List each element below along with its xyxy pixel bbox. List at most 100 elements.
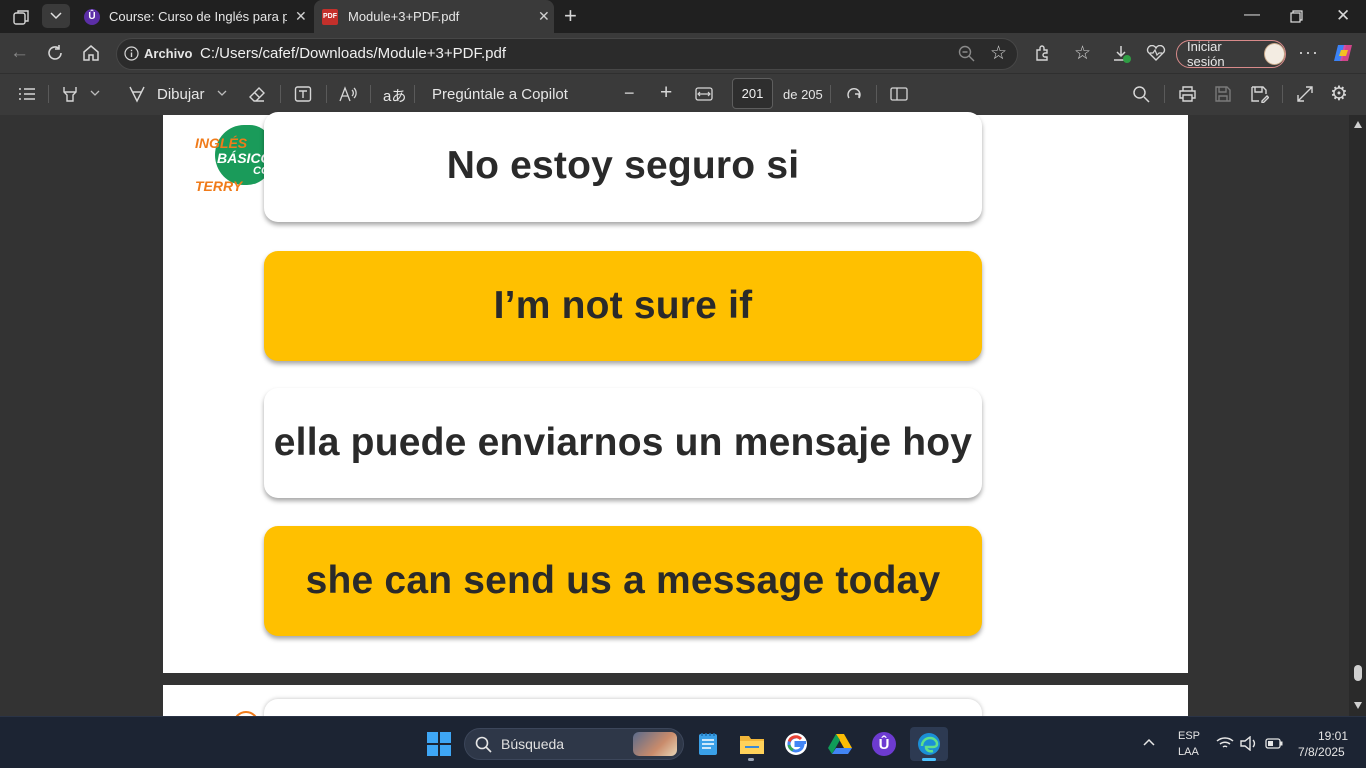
save-as-icon[interactable] xyxy=(1250,85,1269,103)
refresh-icon[interactable] xyxy=(46,44,64,62)
page-number-input[interactable]: 201 xyxy=(732,78,773,109)
avatar xyxy=(1264,43,1285,65)
google-drive-icon[interactable] xyxy=(823,727,857,761)
file-explorer-icon[interactable] xyxy=(735,727,769,761)
zoom-icon[interactable] xyxy=(958,45,975,62)
page-total: de 205 xyxy=(783,87,823,102)
text-box-icon[interactable] xyxy=(294,85,312,103)
running-indicator xyxy=(748,758,754,761)
draw-label[interactable]: Dibujar xyxy=(157,86,205,103)
scrollbar-thumb[interactable] xyxy=(1354,665,1362,681)
logo-text: INGLÉS xyxy=(195,135,248,151)
phrase-card: I’m not sure if xyxy=(264,251,982,361)
favorites-icon[interactable]: ☆ xyxy=(1074,42,1091,65)
eraser-icon[interactable] xyxy=(248,85,266,103)
pdf-page: INGLÉS BÁSICO CO TERRY No estoy seguro s… xyxy=(163,112,1188,673)
copilot-icon[interactable] xyxy=(1332,42,1354,64)
fit-width-icon[interactable] xyxy=(695,86,713,102)
vertical-scrollbar[interactable] xyxy=(1349,115,1366,716)
taskbar-search[interactable]: Búsqueda xyxy=(464,728,684,760)
back-icon[interactable]: ← xyxy=(10,42,29,64)
zoom-out-icon[interactable]: − xyxy=(624,83,635,104)
draw-icon[interactable] xyxy=(128,85,146,103)
tab-title: Module+3+PDF.pdf xyxy=(348,9,460,24)
phrase-text: ella puede enviarnos un mensaje hoy xyxy=(273,421,973,464)
scroll-up-icon[interactable] xyxy=(1354,121,1362,128)
restore-icon[interactable] xyxy=(1290,10,1303,23)
active-indicator xyxy=(922,758,936,761)
volume-icon[interactable] xyxy=(1240,736,1258,751)
separator xyxy=(48,85,49,103)
battery-icon[interactable] xyxy=(1265,738,1283,749)
wifi-icon[interactable] xyxy=(1216,736,1234,750)
separator xyxy=(830,85,831,103)
windows-start-icon[interactable] xyxy=(427,732,451,756)
translate-icon[interactable]: aあ xyxy=(383,85,406,106)
close-window-icon[interactable]: ✕ xyxy=(1336,6,1350,26)
phrase-card: No estoy seguro si xyxy=(264,112,982,222)
input-language[interactable]: ESP xyxy=(1178,730,1200,742)
site-label: Archivo xyxy=(144,46,193,61)
tab-title: Course: Curso de Inglés para prin xyxy=(109,9,287,24)
rotate-icon[interactable] xyxy=(845,85,863,103)
pdf-icon: PDF xyxy=(322,8,338,25)
fullscreen-icon[interactable] xyxy=(1296,85,1314,103)
minimize-icon[interactable]: — xyxy=(1244,6,1260,24)
downloads-icon[interactable] xyxy=(1112,44,1132,64)
info-icon[interactable] xyxy=(124,46,139,61)
tab-course[interactable]: Û Course: Curso de Inglés para prin ✕ xyxy=(76,0,312,33)
phrase-card xyxy=(264,699,982,716)
performance-icon[interactable] xyxy=(1146,45,1166,62)
close-icon[interactable]: ✕ xyxy=(295,8,307,25)
separator xyxy=(876,85,877,103)
tab-actions-button[interactable] xyxy=(42,4,70,28)
chevron-down-icon[interactable] xyxy=(90,90,100,96)
clock-date[interactable]: 7/8/2025 xyxy=(1298,745,1345,759)
separator xyxy=(280,85,281,103)
save-icon[interactable] xyxy=(1214,85,1232,103)
notepad-icon[interactable] xyxy=(691,727,725,761)
favorite-star-icon[interactable]: ☆ xyxy=(990,42,1007,65)
pdf-toolbar xyxy=(0,73,1366,115)
print-icon[interactable] xyxy=(1178,85,1197,103)
settings-gear-icon[interactable]: ⚙ xyxy=(1330,81,1348,106)
separator xyxy=(414,85,415,103)
clock-time[interactable]: 19:01 xyxy=(1318,729,1348,743)
new-tab-icon[interactable]: + xyxy=(564,5,577,27)
phrase-text: No estoy seguro si xyxy=(446,144,800,187)
ingles-basico-logo: INGLÉS BÁSICO CO TERRY xyxy=(195,123,275,194)
chevron-up-icon[interactable] xyxy=(1143,738,1155,746)
separator xyxy=(370,85,371,103)
more-icon[interactable]: ··· xyxy=(1298,42,1319,63)
udemy-icon: Û xyxy=(872,732,896,756)
contents-icon[interactable] xyxy=(18,87,36,101)
chrome-google-icon[interactable] xyxy=(779,727,813,761)
input-layout[interactable]: LAA xyxy=(1178,746,1199,758)
page-view-icon[interactable] xyxy=(890,86,908,102)
phrase-card: she can send us a message today xyxy=(264,526,982,636)
separator xyxy=(1282,85,1283,103)
workspaces-icon[interactable] xyxy=(12,8,32,26)
search-placeholder: Búsqueda xyxy=(501,736,565,752)
copilot-ask-button[interactable]: Pregúntale a Copilot xyxy=(432,86,568,103)
close-icon[interactable]: ✕ xyxy=(538,8,550,25)
scroll-down-icon[interactable] xyxy=(1354,702,1362,709)
signin-button[interactable]: Iniciar sesión xyxy=(1176,39,1286,69)
search-icon[interactable] xyxy=(1132,85,1150,103)
udemy-app-icon[interactable]: Û xyxy=(867,727,901,761)
pdf-page-next xyxy=(163,685,1188,716)
read-aloud-icon[interactable] xyxy=(338,85,358,103)
separator xyxy=(326,85,327,103)
extensions-icon[interactable] xyxy=(1034,44,1052,62)
url-text[interactable]: C:/Users/cafef/Downloads/Module+3+PDF.pd… xyxy=(200,45,506,62)
zoom-in-icon[interactable]: + xyxy=(660,81,672,105)
phrase-text: I’m not sure if xyxy=(493,284,753,327)
home-icon[interactable] xyxy=(82,44,100,62)
page-current: 201 xyxy=(741,86,764,101)
edge-icon[interactable] xyxy=(910,727,948,761)
tab-pdf[interactable]: PDF Module+3+PDF.pdf ✕ xyxy=(314,0,554,33)
phrase-text: she can send us a message today xyxy=(305,559,941,602)
chevron-down-icon[interactable] xyxy=(217,90,227,96)
highlight-icon[interactable] xyxy=(60,85,80,103)
phrase-card: ella puede enviarnos un mensaje hoy xyxy=(264,388,982,498)
